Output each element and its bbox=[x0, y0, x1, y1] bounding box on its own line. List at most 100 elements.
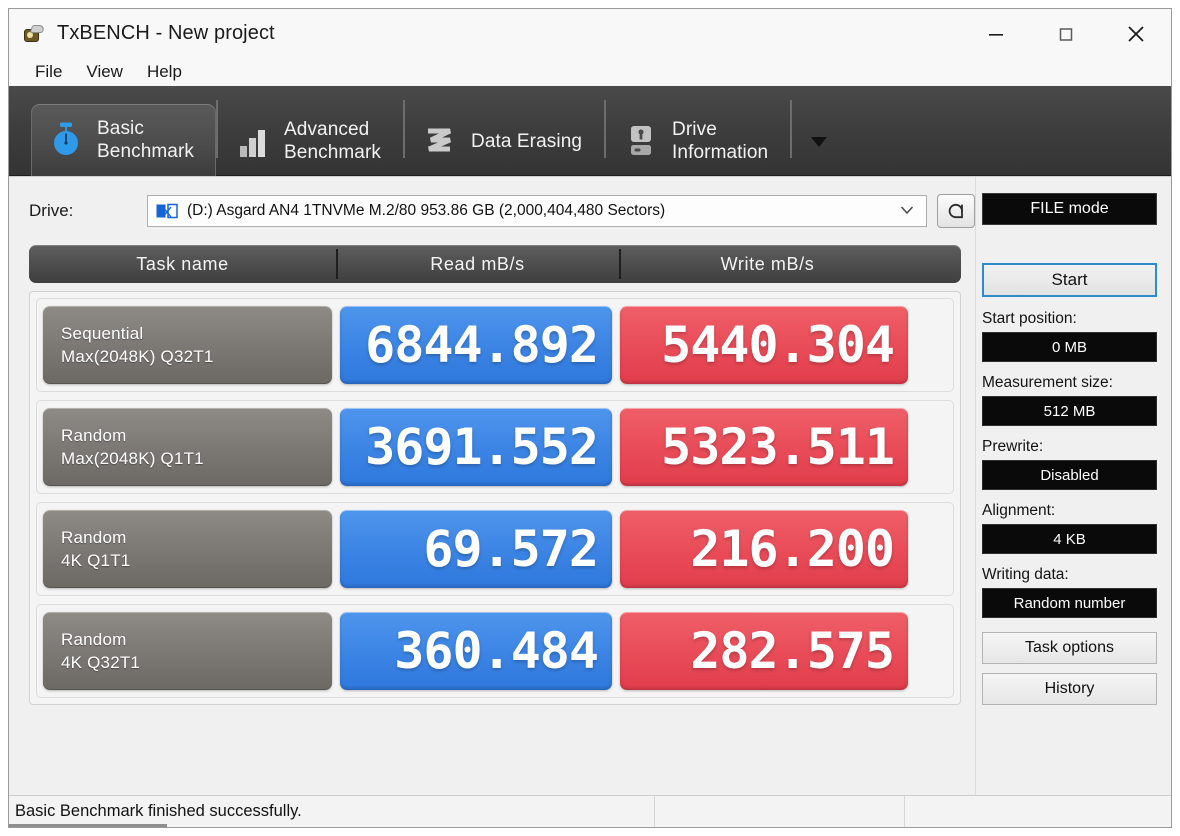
column-header-task-name: Task name bbox=[136, 253, 229, 274]
alignment-label: Alignment: bbox=[982, 502, 1056, 519]
writing-data-value[interactable]: Random number bbox=[982, 588, 1157, 618]
write-value: 5323.511 bbox=[661, 418, 895, 476]
write-value: 5440.304 bbox=[661, 316, 895, 374]
maximize-icon bbox=[1059, 27, 1073, 41]
chevron-down-icon bbox=[894, 202, 920, 220]
read-value: 360.484 bbox=[394, 622, 599, 680]
table-row[interactable]: Random Max(2048K) Q1T1 3691.552 5323.511 bbox=[36, 400, 954, 494]
history-button[interactable]: History bbox=[982, 673, 1157, 705]
task-line-2: 4K Q32T1 bbox=[61, 653, 141, 672]
zigzag-shred-icon bbox=[423, 122, 457, 160]
file-mode-button[interactable]: FILE mode bbox=[982, 193, 1157, 225]
minimize-button[interactable] bbox=[961, 9, 1031, 58]
table-row[interactable]: Random 4K Q1T1 69.572 216.200 bbox=[36, 502, 954, 596]
task-options-button[interactable]: Task options bbox=[982, 632, 1157, 664]
read-value-cell: 360.484 bbox=[340, 612, 612, 690]
drive-label: Drive: bbox=[29, 201, 74, 220]
task-line-1: Random bbox=[61, 528, 127, 547]
tab-data-erasing[interactable]: Data Erasing bbox=[405, 107, 604, 175]
task-line-1: Random bbox=[61, 426, 127, 445]
tab-label-advanced-benchmark: Advanced Benchmark bbox=[284, 119, 381, 163]
options-sidebar: FILE mode Start Start position: 0 MB Mea… bbox=[975, 177, 1171, 795]
tab-strip: Basic Benchmark Advanced Benchmark Data … bbox=[9, 86, 1171, 176]
close-button[interactable] bbox=[1101, 9, 1171, 58]
write-value: 282.575 bbox=[690, 622, 895, 680]
hard-drive-info-icon bbox=[624, 122, 658, 160]
bar-chart-icon bbox=[236, 122, 270, 160]
task-name-cell: Random 4K Q1T1 bbox=[43, 510, 332, 588]
read-value-cell: 69.572 bbox=[340, 510, 612, 588]
status-bar: Basic Benchmark finished successfully. bbox=[9, 795, 1171, 827]
prewrite-value[interactable]: Disabled bbox=[982, 460, 1157, 490]
status-message: Basic Benchmark finished successfully. bbox=[15, 802, 302, 820]
write-value-cell: 5440.304 bbox=[620, 306, 908, 384]
task-name-cell: Random Max(2048K) Q1T1 bbox=[43, 408, 332, 486]
close-icon bbox=[1128, 25, 1144, 42]
title-bar: TxBENCH - New project bbox=[9, 8, 1171, 58]
window-controls bbox=[961, 9, 1171, 58]
menu-item-file[interactable]: File bbox=[25, 60, 72, 84]
main-content: Drive: (D:) Asgard AN4 1TNVMe M.2/80 953… bbox=[9, 176, 1171, 795]
tab-drive-information[interactable]: Drive Information bbox=[606, 107, 790, 175]
drive-selector-row: Drive: (D:) Asgard AN4 1TNVMe M.2/80 953… bbox=[29, 193, 975, 229]
task-line-2: 4K Q1T1 bbox=[61, 551, 131, 570]
menu-bar: File View Help bbox=[9, 58, 1171, 86]
tab-basic-benchmark[interactable]: Basic Benchmark bbox=[31, 104, 216, 176]
tab-advanced-benchmark[interactable]: Advanced Benchmark bbox=[218, 107, 403, 175]
txbench-app-icon bbox=[23, 24, 46, 44]
status-progress-accent bbox=[9, 824, 167, 827]
read-value-cell: 6844.892 bbox=[340, 306, 612, 384]
measurement-size-value[interactable]: 512 MB bbox=[982, 396, 1157, 426]
column-header-read-mbs: Read mB/s bbox=[336, 245, 619, 283]
write-value-cell: 282.575 bbox=[620, 612, 908, 690]
start-position-label: Start position: bbox=[982, 310, 1077, 327]
alignment-value[interactable]: 4 KB bbox=[982, 524, 1157, 554]
maximize-button[interactable] bbox=[1031, 9, 1101, 58]
measurement-size-label: Measurement size: bbox=[982, 374, 1113, 391]
task-line-1: Sequential bbox=[61, 324, 144, 343]
refresh-icon bbox=[948, 203, 963, 219]
txbench-window-root: TxBENCH - New project File View Help Bas… bbox=[0, 0, 1180, 836]
task-line-2: Max(2048K) Q32T1 bbox=[61, 347, 214, 366]
read-value: 6844.892 bbox=[365, 316, 599, 374]
read-value: 3691.552 bbox=[365, 418, 599, 476]
task-name-cell: Sequential Max(2048K) Q32T1 bbox=[43, 306, 332, 384]
read-value-cell: 3691.552 bbox=[340, 408, 612, 486]
table-row[interactable]: Sequential Max(2048K) Q32T1 6844.892 544… bbox=[36, 298, 954, 392]
tab-overflow-button[interactable] bbox=[806, 131, 832, 156]
prewrite-label: Prewrite: bbox=[982, 438, 1044, 455]
status-pane-2 bbox=[654, 796, 904, 827]
read-value: 69.572 bbox=[423, 520, 599, 578]
menu-item-help[interactable]: Help bbox=[137, 60, 192, 84]
drive-selected-value: (D:) Asgard AN4 1TNVMe M.2/80 953.86 GB … bbox=[187, 202, 666, 219]
task-line-1: Random bbox=[61, 630, 127, 649]
minimize-icon bbox=[989, 33, 1003, 36]
chevron-down-icon bbox=[811, 137, 828, 147]
task-name-cell: Random 4K Q32T1 bbox=[43, 612, 332, 690]
results-table: Task name Read mB/s Write mB/s Sequentia… bbox=[29, 245, 961, 705]
tab-label-drive-information: Drive Information bbox=[672, 119, 769, 163]
results-header-row: Task name Read mB/s Write mB/s bbox=[29, 245, 961, 283]
benchmark-left-column: Drive: (D:) Asgard AN4 1TNVMe M.2/80 953… bbox=[9, 177, 975, 795]
drive-select[interactable]: (D:) Asgard AN4 1TNVMe M.2/80 953.86 GB … bbox=[147, 195, 927, 227]
tab-label-basic-benchmark: Basic Benchmark bbox=[97, 118, 194, 162]
refresh-drive-button[interactable] bbox=[937, 194, 975, 228]
status-pane-3 bbox=[904, 796, 1171, 827]
drive-disconnect-icon bbox=[156, 203, 178, 220]
application-window: TxBENCH - New project File View Help Bas… bbox=[8, 8, 1172, 828]
table-row[interactable]: Random 4K Q32T1 360.484 282.575 bbox=[36, 604, 954, 698]
write-value-cell: 216.200 bbox=[620, 510, 908, 588]
title-bar-left: TxBENCH - New project bbox=[9, 22, 275, 45]
results-rows-container: Sequential Max(2048K) Q32T1 6844.892 544… bbox=[29, 291, 961, 705]
tab-divider-4 bbox=[790, 99, 793, 158]
menu-item-view[interactable]: View bbox=[76, 60, 133, 84]
write-value: 216.200 bbox=[690, 520, 895, 578]
write-value-cell: 5323.511 bbox=[620, 408, 908, 486]
column-header-write-mbs: Write mB/s bbox=[619, 245, 916, 283]
tab-label-data-erasing: Data Erasing bbox=[471, 130, 583, 152]
start-button[interactable]: Start bbox=[982, 263, 1157, 297]
status-message-pane: Basic Benchmark finished successfully. bbox=[9, 796, 654, 827]
writing-data-label: Writing data: bbox=[982, 566, 1069, 583]
task-line-2: Max(2048K) Q1T1 bbox=[61, 449, 204, 468]
start-position-value[interactable]: 0 MB bbox=[982, 332, 1157, 362]
